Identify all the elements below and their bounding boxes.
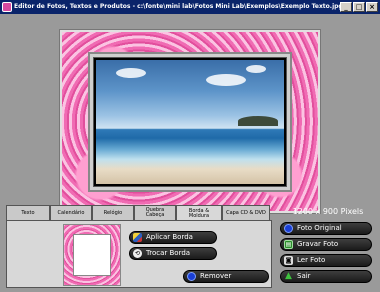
title-bar: Editor de Fotos, Textos e Produtos - c:\… xyxy=(0,0,380,14)
save-icon: ▤ xyxy=(284,240,293,249)
tab-quebra-cabeca[interactable]: Quebra Cabeça xyxy=(134,205,176,220)
trocar-borda-button[interactable]: ⟲ Trocar Borda xyxy=(129,247,217,260)
tab-bar: Texto Calendário Relógio Quebra Cabeça B… xyxy=(6,205,270,221)
swap-icon: ⟲ xyxy=(133,249,142,258)
tab-capa-cd-dvd[interactable]: Capa CD & DVD xyxy=(222,205,270,220)
tab-texto[interactable]: Texto xyxy=(6,205,50,220)
minimize-button[interactable]: _ xyxy=(340,2,352,12)
tab-borda-moldura[interactable]: Borda & Moldura xyxy=(176,205,222,221)
canvas-area xyxy=(0,14,380,213)
remover-button[interactable]: Remover xyxy=(183,270,269,283)
up-arrow-icon: ▲ xyxy=(285,271,292,281)
gravar-foto-button[interactable]: ▤ Gravar Foto xyxy=(280,238,372,251)
ler-foto-button[interactable]: ◙ Ler Foto xyxy=(280,254,372,267)
sair-button[interactable]: ▲ Sair xyxy=(280,270,372,283)
app-icon xyxy=(2,2,12,12)
close-button[interactable]: × xyxy=(366,2,378,12)
camera-icon: ◙ xyxy=(284,256,293,265)
pink-frame xyxy=(60,30,320,213)
tab-relogio[interactable]: Relógio xyxy=(92,205,134,220)
maximize-button[interactable]: □ xyxy=(353,2,365,12)
border-panel: Aplicar Borda ⟲ Trocar Borda Remover xyxy=(6,220,272,288)
brush-icon xyxy=(133,233,142,242)
no-icon xyxy=(187,272,196,281)
beach-photo xyxy=(96,60,284,184)
photo-border xyxy=(90,54,290,190)
pixel-dimensions: 1200 x 900 Pixels xyxy=(292,207,364,216)
window-title: Editor de Fotos, Textos e Produtos - c:\… xyxy=(14,3,343,10)
border-thumbnail[interactable] xyxy=(63,224,121,286)
no-icon xyxy=(284,224,293,233)
aplicar-borda-button[interactable]: Aplicar Borda xyxy=(129,231,217,244)
foto-original-button[interactable]: Foto Original xyxy=(280,222,372,235)
tab-calendario[interactable]: Calendário xyxy=(50,205,92,220)
